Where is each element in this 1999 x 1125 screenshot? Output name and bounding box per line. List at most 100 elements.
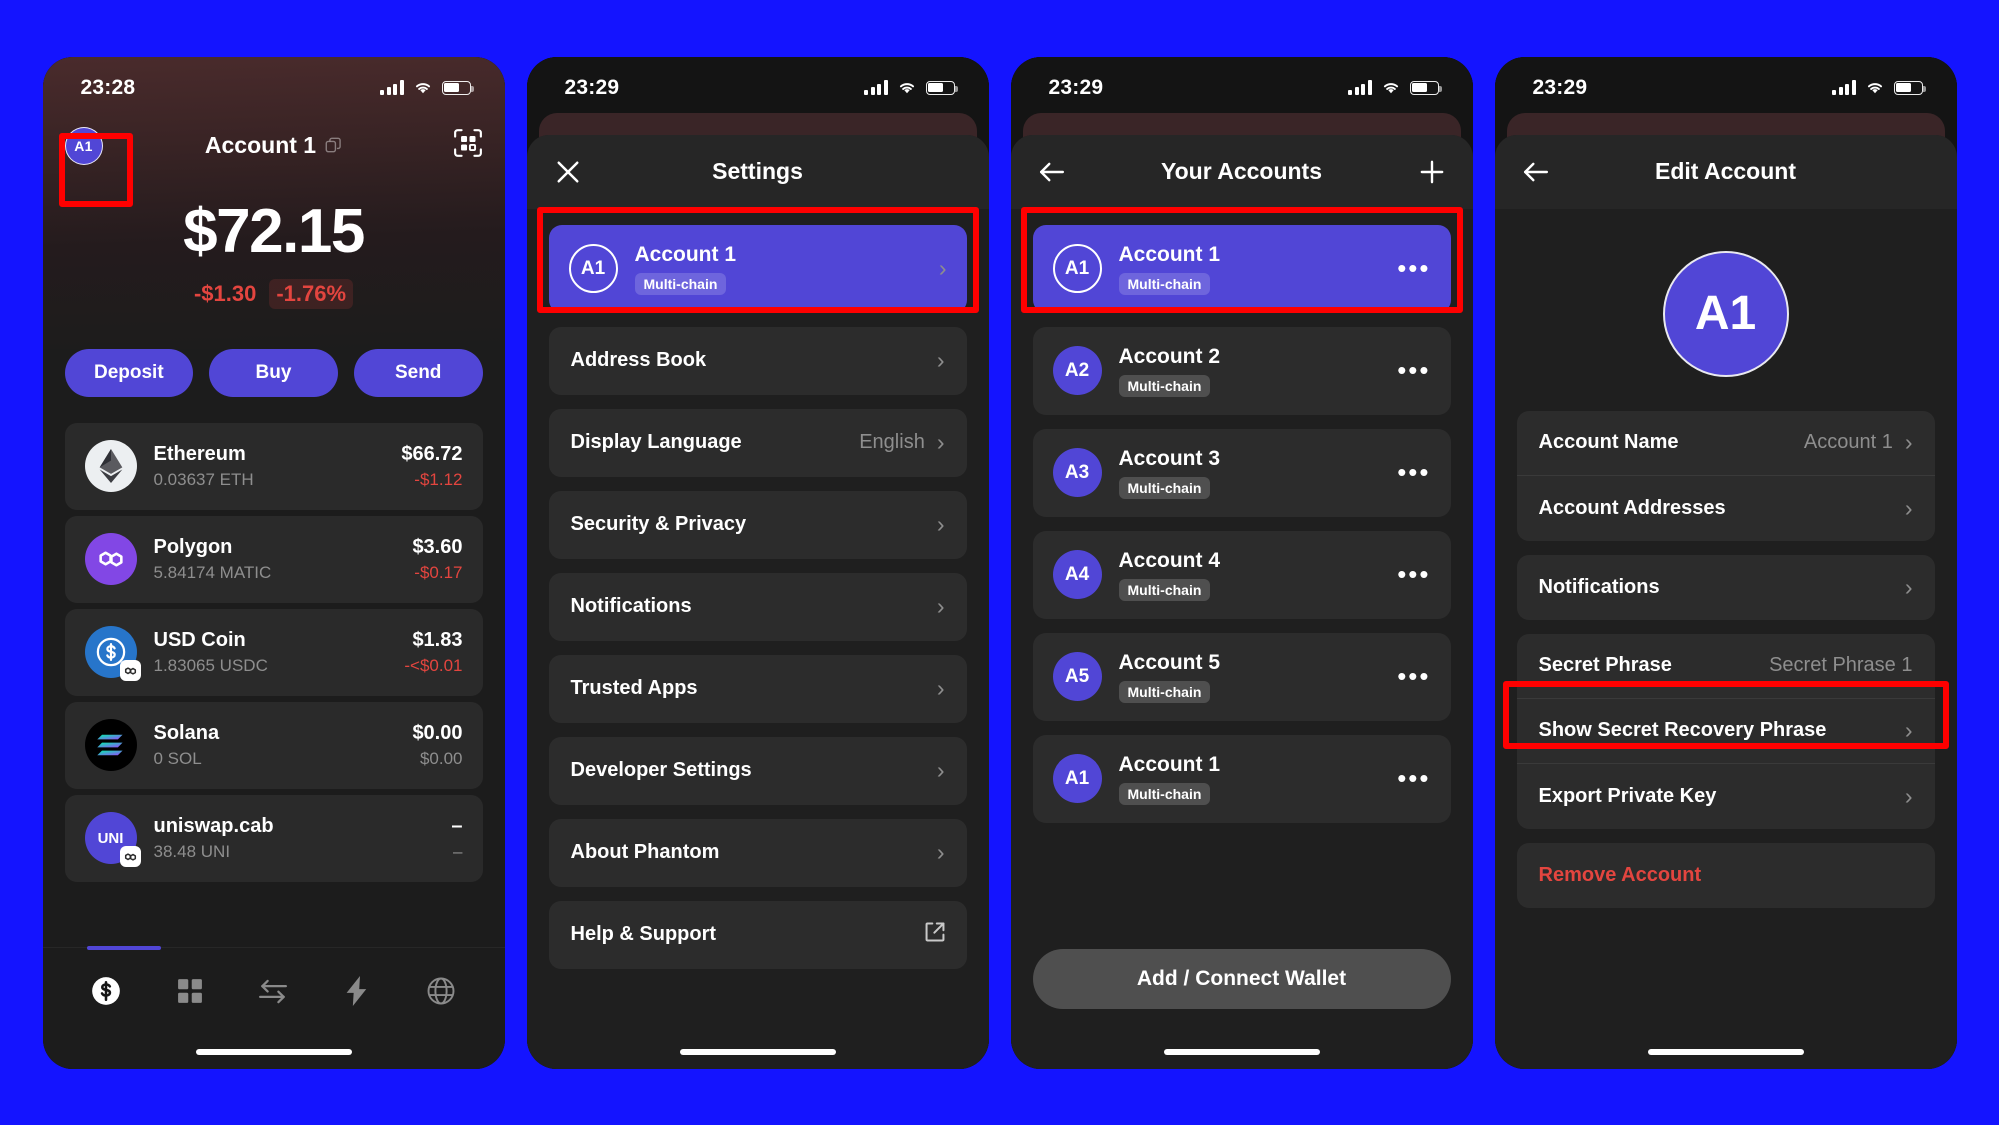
- more-options-icon[interactable]: •••: [1397, 765, 1430, 790]
- edit-item-notifications[interactable]: Notifications ›: [1517, 555, 1935, 620]
- avatar: A3: [1052, 448, 1102, 497]
- status-icons: [1832, 80, 1926, 95]
- change-percent: -1.76%: [269, 278, 354, 309]
- account-row[interactable]: A1 Account 1 Multi-chain •••: [1032, 224, 1451, 313]
- page-title: Edit Account: [1655, 158, 1796, 184]
- battery-icon: [1893, 80, 1926, 95]
- chevron-right-icon: ›: [936, 511, 945, 537]
- avatar: A2: [1052, 346, 1102, 395]
- account-avatar-large[interactable]: A1: [1662, 250, 1789, 377]
- account-row[interactable]: A3 Account 3 Multi-chain •••: [1032, 428, 1451, 517]
- list-item[interactable]: USD Coin 1.83065 USDC $1.83 -<$0.01: [64, 608, 483, 696]
- change-amount: -$1.30: [193, 280, 257, 306]
- phone-settings-screen: 23:29 Settings A1 Account 1 Multi-chain …: [526, 56, 989, 1069]
- accounts-list: A1 Account 1 Multi-chain ••• A2 Account …: [1011, 209, 1473, 1035]
- row-label: Export Private Key: [1538, 784, 1717, 807]
- qr-scan-icon[interactable]: [453, 128, 483, 163]
- settings-item-display-language[interactable]: Display Language English ›: [548, 408, 967, 477]
- status-clock: 23:29: [1532, 75, 1588, 99]
- account-name: Account 1: [1118, 242, 1221, 266]
- buy-button[interactable]: Buy: [209, 348, 338, 397]
- page-title: Your Accounts: [1160, 158, 1322, 184]
- edit-item-account-name[interactable]: Account Name Account 1 ›: [1516, 411, 1935, 476]
- settings-item-security-privacy[interactable]: Security & Privacy ›: [548, 490, 967, 559]
- list-item[interactable]: Polygon 5.84174 MATIC $3.60 -$0.17: [64, 515, 483, 603]
- status-badge: Multi-chain: [1118, 680, 1211, 703]
- row-value: English: [859, 431, 925, 453]
- edit-group-identity: Account Name Account 1 › Account Address…: [1516, 410, 1935, 541]
- tab-browser[interactable]: [424, 974, 458, 1008]
- home-indicator: [1494, 1034, 1957, 1069]
- account-name-label: Account 1: [204, 132, 317, 158]
- more-options-icon[interactable]: •••: [1397, 255, 1430, 280]
- settings-item-help-support[interactable]: Help & Support: [548, 900, 967, 969]
- cellular-signal-icon: [380, 80, 404, 95]
- chevron-right-icon: ›: [938, 255, 947, 281]
- row-label: Address Book: [570, 349, 707, 371]
- cellular-signal-icon: [864, 80, 888, 95]
- list-item[interactable]: Solana 0 SOL $0.00 $0.00: [64, 701, 483, 789]
- edit-group-keys: Secret Phrase Secret Phrase 1 Show Secre…: [1516, 633, 1935, 829]
- edit-item-remove-account[interactable]: Remove Account: [1517, 843, 1935, 908]
- account-row[interactable]: A2 Account 2 Multi-chain •••: [1032, 326, 1451, 415]
- account-name: Account 3: [1118, 446, 1221, 470]
- status-badge: Multi-chain: [1118, 272, 1211, 295]
- token-name: Ethereum: [153, 442, 246, 465]
- balance-section: $72.15 -$1.30 -1.76%: [43, 179, 505, 339]
- account-row[interactable]: A4 Account 4 Multi-chain •••: [1032, 530, 1451, 619]
- settings-account-card[interactable]: A1 Account 1 Multi-chain ›: [548, 224, 967, 313]
- account-row[interactable]: A1 Account 1 Multi-chain •••: [1032, 734, 1451, 823]
- settings-item-about-phantom[interactable]: About Phantom ›: [548, 818, 967, 887]
- chevron-right-icon: ›: [936, 839, 945, 865]
- wifi-icon: [899, 83, 914, 94]
- settings-item-trusted-apps[interactable]: Trusted Apps ›: [548, 654, 967, 723]
- more-options-icon[interactable]: •••: [1397, 357, 1430, 382]
- list-item[interactable]: Ethereum 0.03637 ETH $66.72 -$1.12: [64, 422, 483, 510]
- usdc-icon: [84, 626, 141, 681]
- settings-item-address-book[interactable]: Address Book ›: [548, 326, 967, 395]
- phone-edit-account-screen: 23:29 Edit Account A1 Account Name Accou…: [1494, 56, 1957, 1069]
- token-name: uniswap.cab: [153, 814, 274, 837]
- cellular-signal-icon: [1832, 80, 1856, 95]
- settings-item-notifications[interactable]: Notifications ›: [548, 572, 967, 641]
- token-value: $66.72: [401, 442, 463, 465]
- avatar: A1: [1052, 754, 1102, 803]
- avatar: A4: [1052, 550, 1102, 599]
- quick-actions: Deposit Buy Send: [42, 348, 505, 423]
- solana-icon: [84, 719, 137, 771]
- send-button[interactable]: Send: [353, 348, 483, 397]
- tab-wallet[interactable]: [89, 974, 123, 1008]
- page-title: Account 1: [43, 132, 505, 159]
- account-name: Account 5: [1118, 650, 1221, 674]
- tab-swap[interactable]: [256, 974, 290, 1008]
- close-icon[interactable]: [551, 155, 585, 189]
- list-item[interactable]: UNI uniswap.cab 38.48 UNI – –: [64, 794, 483, 882]
- tab-collectibles[interactable]: [173, 974, 207, 1008]
- edit-item-secret-phrase: Secret Phrase Secret Phrase 1: [1516, 634, 1935, 699]
- row-label: Help & Support: [570, 923, 717, 945]
- deposit-button[interactable]: Deposit: [64, 348, 194, 397]
- token-value: $1.83: [412, 628, 463, 651]
- row-label: About Phantom: [570, 841, 720, 863]
- chevron-right-icon: ›: [1904, 782, 1913, 809]
- account-avatar-button[interactable]: A1: [64, 126, 103, 165]
- more-options-icon[interactable]: •••: [1397, 561, 1430, 586]
- back-arrow-icon[interactable]: [1035, 155, 1069, 189]
- more-options-icon[interactable]: •••: [1397, 459, 1430, 484]
- edit-item-show-secret-recovery-phrase[interactable]: Show Secret Recovery Phrase ›: [1516, 699, 1935, 764]
- copy-icon[interactable]: [325, 137, 342, 154]
- polygon-icon: [84, 533, 137, 585]
- add-connect-wallet-button[interactable]: Add / Connect Wallet: [1032, 948, 1451, 1009]
- more-options-icon[interactable]: •••: [1397, 663, 1430, 688]
- chevron-right-icon: ›: [936, 429, 945, 455]
- plus-icon[interactable]: [1415, 155, 1449, 189]
- polygon-chain-badge-icon: [119, 846, 141, 867]
- account-name: Account 2: [1118, 344, 1221, 368]
- tab-activity[interactable]: [340, 974, 374, 1008]
- settings-item-developer-settings[interactable]: Developer Settings ›: [548, 736, 967, 805]
- back-arrow-icon[interactable]: [1519, 155, 1553, 189]
- account-row[interactable]: A5 Account 5 Multi-chain •••: [1032, 632, 1451, 721]
- sheet-header: Settings: [526, 134, 989, 209]
- edit-item-account-addresses[interactable]: Account Addresses ›: [1517, 476, 1935, 541]
- edit-item-export-private-key[interactable]: Export Private Key ›: [1517, 764, 1935, 829]
